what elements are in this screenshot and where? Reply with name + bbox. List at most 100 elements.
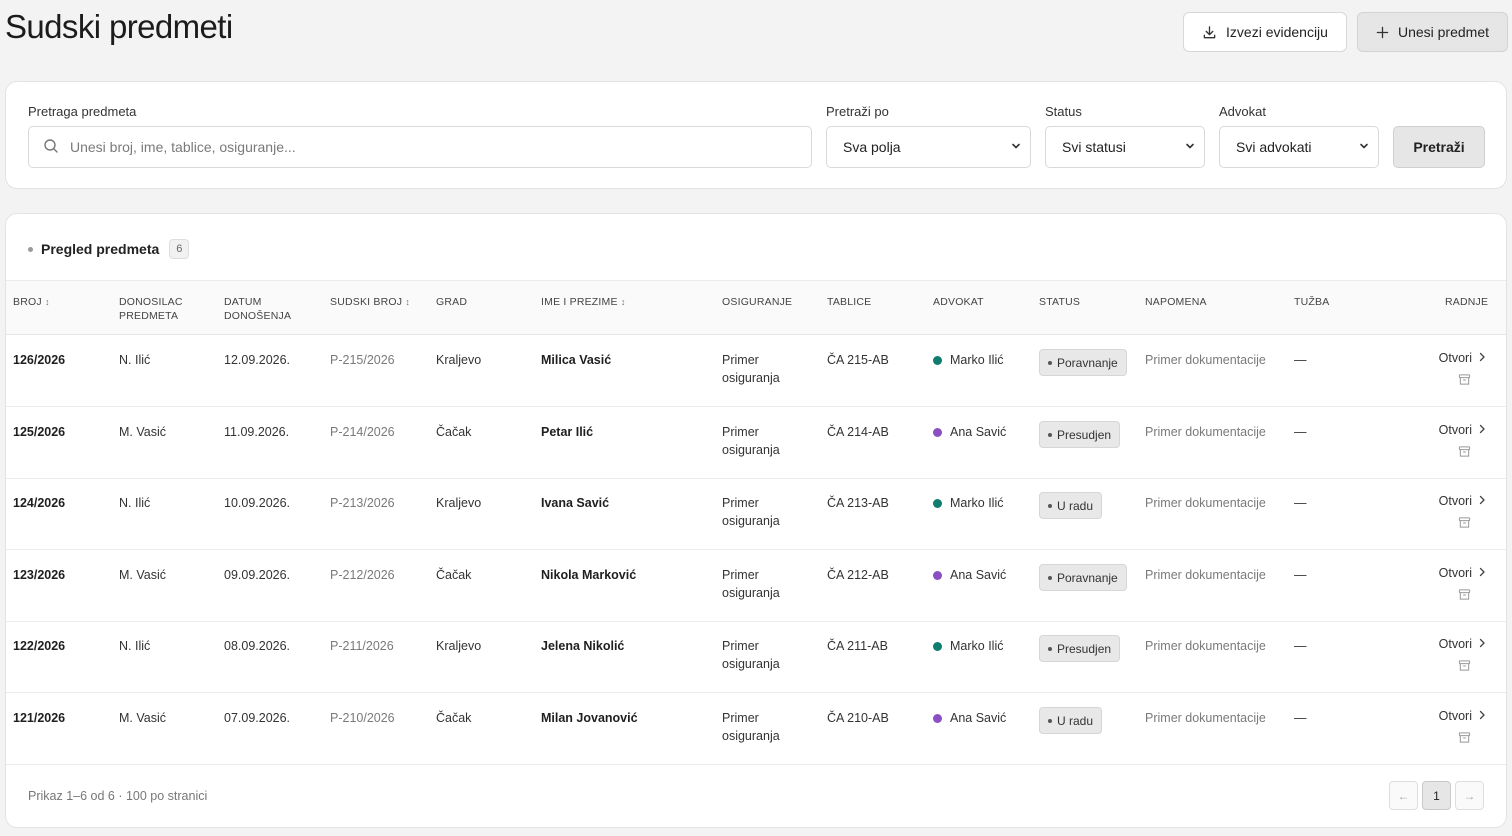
cell-tablice: ČA 210-AB	[827, 711, 889, 725]
chevron-right-icon	[1478, 709, 1486, 723]
cell-tablice: ČA 213-AB	[827, 496, 889, 510]
archive-icon[interactable]	[1458, 659, 1471, 677]
cell-tuzba: —	[1294, 639, 1307, 653]
cell-napomena: Primer dokumentacije	[1145, 568, 1266, 582]
sort-icon: ↕	[620, 297, 626, 307]
cell-grad: Kraljevo	[436, 496, 482, 510]
open-case-link[interactable]: Otvori	[1439, 351, 1486, 365]
col-datum-line1: DATUM	[224, 296, 262, 308]
cell-tablice: ČA 214-AB	[827, 425, 889, 439]
col-ime[interactable]: IME I PREZIME ↕	[541, 295, 626, 309]
search-button[interactable]: Pretraži	[1393, 126, 1485, 168]
cell-grad: Kraljevo	[436, 639, 482, 653]
cell-advokat: Ana Savić	[933, 566, 1006, 584]
cell-broj: 125/2026	[13, 425, 66, 439]
chevron-right-icon	[1478, 423, 1486, 437]
lawyer-color-dot	[933, 427, 942, 437]
archive-icon[interactable]	[1458, 588, 1471, 606]
search-by-select[interactable]: Sva polja	[826, 126, 1031, 168]
next-page-button[interactable]: →	[1455, 781, 1484, 810]
cell-ime: Milan Jovanović	[541, 711, 638, 725]
archive-icon[interactable]	[1458, 516, 1471, 534]
prev-page-button[interactable]: ←	[1389, 781, 1418, 810]
col-sudski-broj[interactable]: SUDSKI BROJ ↕	[330, 295, 410, 309]
table-row[interactable]: 121/2026 M. Vasić 07.09.2026. P-210/2026 Čač…	[6, 693, 1506, 765]
cell-tuzba: —	[1294, 711, 1307, 725]
status-value: Svi statusi	[1062, 139, 1126, 155]
col-osiguranje: OSIGURANJE	[722, 296, 793, 308]
open-link-label: Otvori	[1438, 566, 1472, 580]
cell-datum: 12.09.2026.	[224, 353, 291, 367]
cell-ime: Jelena Nikolić	[541, 639, 625, 653]
add-case-button[interactable]: Unesi predmet	[1356, 12, 1508, 52]
table-row[interactable]: 123/2026 M. Vasić 09.09.2026. P-212/2026 Čač…	[6, 550, 1506, 622]
col-datum: DATUM DONOŠENJA	[224, 295, 291, 323]
status-dot	[1048, 432, 1052, 437]
cell-ime: Ivana Savić	[541, 496, 610, 510]
col-datum-line2: DONOŠENJA	[224, 310, 292, 322]
col-broj[interactable]: BROJ ↕	[13, 295, 50, 309]
section-header: Pregled predmeta 6	[28, 239, 190, 259]
cell-tuzba: —	[1294, 425, 1307, 439]
cell-osiguranje: Primer osiguranja	[722, 709, 780, 745]
status-dot	[1048, 575, 1052, 580]
cell-osiguranje-line1: Primer	[722, 496, 759, 510]
table-row[interactable]: 126/2026 N. Ilić 12.09.2026. P-215/2026 Kral…	[6, 335, 1506, 407]
archive-icon[interactable]	[1458, 445, 1471, 463]
cell-osiguranje-line1: Primer	[722, 711, 759, 725]
status-text: Presudjen	[1057, 641, 1112, 656]
export-button[interactable]: Izvezi evidenciju	[1183, 12, 1347, 52]
count-badge: 6	[169, 239, 190, 259]
col-donosilac-line2: PREDMETA	[119, 310, 179, 322]
col-advokat: ADVOKAT	[933, 296, 984, 308]
cell-sudski-broj: P-214/2026	[330, 425, 395, 439]
cell-sudski-broj: P-215/2026	[330, 353, 395, 367]
status-select[interactable]: Svi statusi	[1045, 126, 1205, 168]
archive-icon[interactable]	[1458, 373, 1471, 391]
page-1-button[interactable]: 1	[1422, 781, 1451, 810]
cell-advokat: Marko Ilić	[933, 351, 1003, 369]
table-row[interactable]: 125/2026 M. Vasić 11.09.2026. P-214/2026 Čač…	[6, 407, 1506, 479]
open-case-link[interactable]: Otvori	[1439, 709, 1486, 723]
lawyer-select[interactable]: Svi advokati	[1219, 126, 1379, 168]
archive-icon[interactable]	[1458, 731, 1471, 749]
pagination-summary: Prikaz 1–6 od 6 · 100 po stranici	[28, 789, 208, 803]
open-link-label: Otvori	[1438, 423, 1472, 437]
cell-osiguranje-line1: Primer	[722, 353, 759, 367]
table-row[interactable]: 124/2026 N. Ilić 10.09.2026. P-213/2026 Kral…	[6, 478, 1506, 550]
cell-sudski-broj: P-210/2026	[330, 711, 395, 725]
cell-broj: 126/2026	[13, 353, 66, 367]
status-text: Presudjen	[1057, 427, 1112, 442]
chevron-right-icon	[1478, 637, 1486, 651]
open-case-link[interactable]: Otvori	[1439, 566, 1486, 580]
table-row[interactable]: 122/2026 N. Ilić 08.09.2026. P-211/2026 Kral…	[6, 621, 1506, 693]
cell-grad: Čačak	[436, 711, 472, 725]
filter-panel: Pretraga predmeta Unesi broj, ime, tabli…	[5, 81, 1507, 189]
open-link-label: Otvori	[1438, 351, 1472, 365]
open-case-link[interactable]: Otvori	[1439, 423, 1486, 437]
lawyer-name: Ana Savić	[950, 711, 1007, 725]
cell-tuzba: —	[1294, 353, 1307, 367]
status-badge: U radu	[1039, 492, 1103, 519]
add-case-button-label: Unesi predmet	[1397, 24, 1489, 40]
cell-ime: Nikola Marković	[541, 568, 637, 582]
open-case-link[interactable]: Otvori	[1439, 637, 1486, 651]
open-case-link[interactable]: Otvori	[1439, 494, 1486, 508]
open-link-label: Otvori	[1438, 637, 1472, 651]
search-placeholder: Unesi broj, ime, tablice, osiguranje...	[70, 139, 296, 155]
cell-sudski-broj: P-213/2026	[330, 496, 395, 510]
cell-osiguranje: Primer osiguranja	[722, 423, 780, 459]
cell-osiguranje-line2: osiguranja	[722, 514, 780, 528]
cell-osiguranje-line1: Primer	[722, 568, 759, 582]
lawyer-value: Svi advokati	[1236, 139, 1312, 155]
lawyer-label: Advokat	[1219, 104, 1266, 119]
col-broj-label: BROJ	[13, 296, 42, 308]
cell-donosilac: M. Vasić	[119, 425, 166, 439]
lawyer-color-dot	[933, 498, 942, 508]
col-sudski-broj-label: SUDSKI BROJ	[330, 296, 403, 308]
search-by-label: Pretraži po	[826, 104, 889, 119]
status-dot	[1048, 646, 1052, 651]
search-input[interactable]: Unesi broj, ime, tablice, osiguranje...	[28, 126, 812, 168]
chevron-down-icon	[1010, 139, 1022, 155]
status-text: U radu	[1057, 713, 1094, 728]
